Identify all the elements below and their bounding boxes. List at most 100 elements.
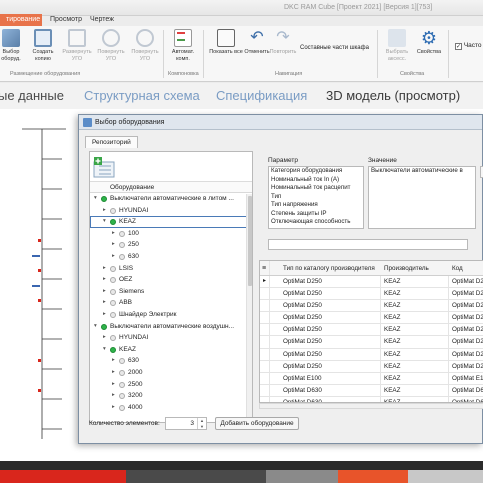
expand-ugo-button[interactable]: Развернуть УГО (60, 29, 94, 63)
tree-item[interactable]: ▸ 4000 (90, 402, 252, 414)
table-row[interactable]: OptiMat D250 KEAZ OptiMat D250 (260, 360, 483, 373)
row-indicator[interactable]: ▸ (260, 276, 270, 288)
param-item[interactable]: Отключающая способность (269, 218, 363, 227)
filter-input[interactable] (268, 239, 468, 250)
add-equipment-button[interactable]: Добавить оборудование (215, 417, 299, 430)
chevron-right-icon[interactable]: ▸ (112, 251, 115, 263)
row-indicator[interactable] (260, 336, 270, 348)
row-indicator[interactable] (260, 348, 270, 360)
grid-menu-icon[interactable]: ≡ (262, 261, 266, 276)
tree-item[interactable]: ▸ 100 (90, 228, 252, 240)
add-to-list-icon[interactable] (93, 156, 115, 178)
cabinet-parts-button[interactable]: Составные части шкафа (300, 45, 369, 51)
row-indicator[interactable] (260, 300, 270, 312)
table-row[interactable]: ▸ OptiMat D250 KEAZ OptiMat D250 (260, 276, 483, 289)
select-accessory-button[interactable]: Выбрать аксесс. (380, 29, 414, 63)
table-row[interactable]: OptiMat D250 KEAZ OptiMat D250 (260, 336, 483, 349)
tree-item[interactable]: ▸ 2500 (90, 379, 252, 391)
chevron-right-icon[interactable]: ▸ (103, 263, 106, 275)
table-row[interactable]: OptiMat D250 KEAZ OptiMat D250 (260, 300, 483, 313)
table-row[interactable]: OptiMat D250 KEAZ OptiMat D250 (260, 324, 483, 337)
chevron-right-icon[interactable]: ▸ (103, 205, 106, 217)
value-field[interactable]: Выключатели автоматические в (368, 166, 476, 229)
param-item[interactable]: Степень защиты IP (269, 210, 363, 219)
tree-item[interactable]: ▸ 250 (90, 239, 252, 251)
rotate-ugo-button[interactable]: Повернуть УГО (94, 29, 128, 63)
tree-item[interactable]: ▾ KEAZ (90, 216, 252, 228)
chevron-right-icon[interactable]: ▸ (103, 274, 106, 286)
row-indicator[interactable] (260, 312, 270, 324)
row-indicator[interactable] (260, 384, 270, 396)
chevron-right-icon[interactable]: ▸ (103, 309, 106, 321)
auto-layout-button[interactable]: Автомат. комп. (166, 29, 200, 63)
tab-input-data[interactable]: ые данные (0, 83, 64, 109)
chevron-right-icon[interactable]: ▸ (103, 332, 106, 344)
create-copy-button[interactable]: Создать копию (26, 29, 60, 63)
tree-item[interactable]: ▸ Siemens (90, 286, 252, 298)
tree-item[interactable]: ▾ KEAZ (90, 344, 252, 356)
row-indicator[interactable] (260, 372, 270, 384)
chevron-down-icon[interactable]: ▾ (103, 344, 106, 356)
table-row[interactable]: OptiMat D630 KEAZ OptiMat D630 (260, 384, 483, 397)
param-item[interactable]: Категория оборудования (269, 167, 363, 176)
chevron-right-icon[interactable]: ▸ (112, 402, 115, 414)
table-row[interactable]: OptiMat D250 KEAZ OptiMat D250 (260, 288, 483, 301)
tree-item[interactable]: ▸ ABB (90, 297, 252, 309)
tree-item[interactable]: ▸ 630 (90, 251, 252, 263)
row-indicator[interactable] (260, 360, 270, 372)
often-checkbox[interactable]: ✓ Часто (455, 42, 482, 50)
chevron-down-icon[interactable]: ▾ (94, 193, 97, 205)
tree-item[interactable]: ▾ Выключатели автоматические в литом ... (90, 193, 252, 205)
tab-editing[interactable]: тирование (0, 14, 42, 26)
grid-horizontal-scrollbar[interactable] (259, 403, 483, 409)
tree-item[interactable]: ▾ Выключатели автоматические воздушн... (90, 321, 252, 333)
chevron-right-icon[interactable]: ▸ (103, 297, 106, 309)
chevron-right-icon[interactable]: ▸ (112, 367, 115, 379)
chevron-right-icon[interactable]: ▸ (112, 228, 115, 240)
col-header-type[interactable]: Тип по каталогу производителя (283, 261, 379, 276)
tree-item[interactable]: ▸ 2000 (90, 367, 252, 379)
rotate-ugo-button-2[interactable]: Повернуть УГО (128, 29, 162, 63)
tab-structure-diagram[interactable]: Структурная схема (84, 83, 200, 109)
chevron-down-icon[interactable]: ▾ (94, 321, 97, 333)
tab-3d-model[interactable]: 3D модель (просмотр) (326, 83, 460, 109)
tab-drawing[interactable]: Чертеж (84, 14, 120, 26)
col-header-manufacturer[interactable]: Производитель (384, 261, 448, 276)
show-all-button[interactable]: Показать все (209, 29, 243, 56)
chevron-right-icon[interactable]: ▸ (112, 379, 115, 391)
tree-scrollbar-thumb[interactable] (248, 196, 252, 286)
param-item[interactable]: Номинальный ток расцепит (269, 184, 363, 193)
redo-button[interactable]: ↷ Повторить (266, 29, 300, 56)
row-indicator[interactable] (260, 324, 270, 336)
param-list[interactable]: Категория оборудования Номинальный ток In… (268, 166, 364, 229)
tab-view[interactable]: Просмотр (44, 14, 88, 26)
tree-scrollbar[interactable] (246, 194, 252, 423)
count-stepper[interactable]: 3 ▲ ▼ (165, 417, 207, 430)
row-indicator[interactable] (260, 288, 270, 300)
chevron-right-icon[interactable]: ▸ (112, 355, 115, 367)
param-item[interactable]: Номинальный ток In (A) (269, 176, 363, 185)
tab-specification[interactable]: Спецификация (216, 83, 307, 109)
tree-item[interactable]: ▸ HYUNDAI (90, 205, 252, 217)
table-row[interactable]: OptiMat E100 KEAZ OptiMat E100 (260, 372, 483, 385)
chevron-right-icon[interactable]: ▸ (103, 286, 106, 298)
table-row[interactable]: OptiMat D250 KEAZ OptiMat D250 (260, 312, 483, 325)
param-item[interactable]: Тип (269, 193, 363, 202)
col-header-code[interactable]: Код (452, 261, 483, 276)
properties-button[interactable]: ⚙ Свойства (412, 29, 446, 56)
tree-item[interactable]: ▸ 3200 (90, 390, 252, 402)
chevron-right-icon[interactable]: ▸ (112, 390, 115, 402)
table-row[interactable]: OptiMat D250 KEAZ OptiMat D250 (260, 348, 483, 361)
param-item[interactable]: Тип напряжения (269, 201, 363, 210)
tree-item[interactable]: ▸ 630 (90, 355, 252, 367)
tree-item[interactable]: ▸ OEZ (90, 274, 252, 286)
tab-repository[interactable]: Репозиторий (85, 136, 138, 148)
tree-item[interactable]: ▸ Шнайдер Электрик (90, 309, 252, 321)
tree-column-header[interactable]: Оборудование (90, 182, 252, 193)
chevron-right-icon[interactable]: ▸ (112, 239, 115, 251)
tree-item[interactable]: ▸ LSIS (90, 263, 252, 275)
tree-item[interactable]: ▸ HYUNDAI (90, 332, 252, 344)
stepper-arrows-icon[interactable]: ▲ ▼ (197, 418, 206, 429)
chevron-down-icon[interactable]: ▾ (103, 216, 106, 228)
select-equipment-button[interactable]: Выбор оборуд. (0, 29, 28, 63)
